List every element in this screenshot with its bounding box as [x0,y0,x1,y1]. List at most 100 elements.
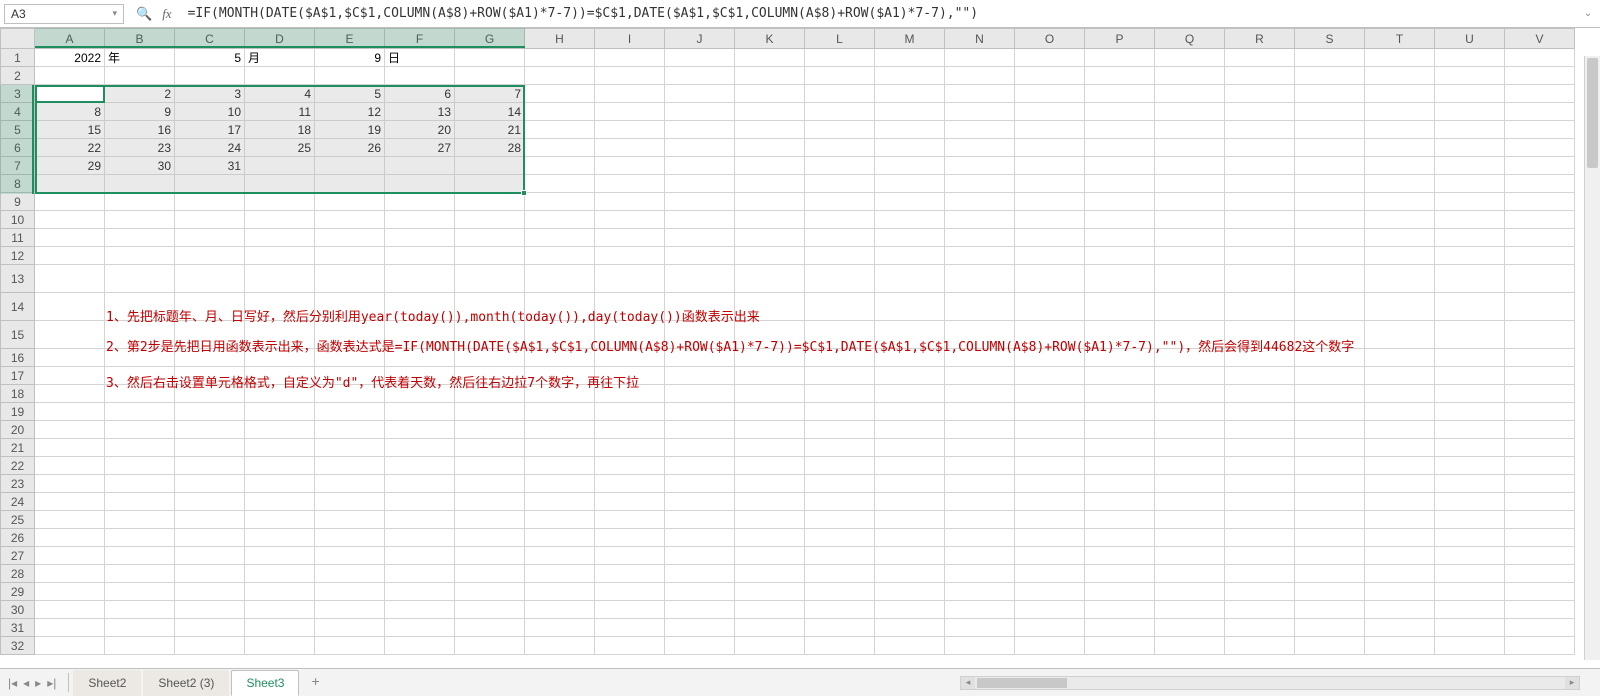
cell-R28[interactable] [1225,565,1295,583]
cell-V19[interactable] [1505,403,1575,421]
cell-M13[interactable] [875,265,945,293]
cell-K32[interactable] [735,637,805,655]
cell-G11[interactable] [455,229,525,247]
cell-D10[interactable] [245,211,315,229]
cell-B7[interactable]: 30 [105,157,175,175]
cell-E4[interactable]: 12 [315,103,385,121]
cell-U26[interactable] [1435,529,1505,547]
col-head-K[interactable]: K [735,29,805,49]
cell-Q25[interactable] [1155,511,1225,529]
col-head-G[interactable]: G [455,29,525,49]
cell-H3[interactable] [525,85,595,103]
cell-R22[interactable] [1225,457,1295,475]
cell-G10[interactable] [455,211,525,229]
col-head-J[interactable]: J [665,29,735,49]
cell-T15[interactable] [1365,321,1435,349]
cell-F25[interactable] [385,511,455,529]
cell-K31[interactable] [735,619,805,637]
cell-I22[interactable] [595,457,665,475]
cell-J22[interactable] [665,457,735,475]
col-head-U[interactable]: U [1435,29,1505,49]
formula-expand-icon[interactable]: ⌄ [1580,8,1596,19]
cell-V17[interactable] [1505,367,1575,385]
col-head-V[interactable]: V [1505,29,1575,49]
cell-A2[interactable] [35,67,105,85]
cell-C31[interactable] [175,619,245,637]
cell-V18[interactable] [1505,385,1575,403]
cell-B22[interactable] [105,457,175,475]
row-head-7[interactable]: 7 [1,157,35,175]
cell-J1[interactable] [665,49,735,67]
cell-S21[interactable] [1295,439,1365,457]
cell-I25[interactable] [595,511,665,529]
cell-M14[interactable] [875,293,945,321]
cell-V14[interactable] [1505,293,1575,321]
cell-I28[interactable] [595,565,665,583]
cell-L4[interactable] [805,103,875,121]
cell-T11[interactable] [1365,229,1435,247]
cell-B12[interactable] [105,247,175,265]
cell-U8[interactable] [1435,175,1505,193]
cell-J24[interactable] [665,493,735,511]
cell-P23[interactable] [1085,475,1155,493]
col-head-B[interactable]: B [105,29,175,49]
cell-F6[interactable]: 27 [385,139,455,157]
cell-G9[interactable] [455,193,525,211]
cell-D31[interactable] [245,619,315,637]
cell-P6[interactable] [1085,139,1155,157]
cell-H21[interactable] [525,439,595,457]
cell-O14[interactable] [1015,293,1085,321]
cell-I4[interactable] [595,103,665,121]
cell-M7[interactable] [875,157,945,175]
cell-O10[interactable] [1015,211,1085,229]
cell-C8[interactable] [175,175,245,193]
cell-R2[interactable] [1225,67,1295,85]
cell-B3[interactable]: 2 [105,85,175,103]
cell-N14[interactable] [945,293,1015,321]
cell-N9[interactable] [945,193,1015,211]
cell-F30[interactable] [385,601,455,619]
cell-M27[interactable] [875,547,945,565]
cell-J9[interactable] [665,193,735,211]
cell-F31[interactable] [385,619,455,637]
cell-G20[interactable] [455,421,525,439]
cell-P24[interactable] [1085,493,1155,511]
cell-N22[interactable] [945,457,1015,475]
cell-U23[interactable] [1435,475,1505,493]
cell-P8[interactable] [1085,175,1155,193]
cell-O5[interactable] [1015,121,1085,139]
cell-E2[interactable] [315,67,385,85]
cell-O24[interactable] [1015,493,1085,511]
cell-V16[interactable] [1505,349,1575,367]
col-head-I[interactable]: I [595,29,665,49]
cell-J30[interactable] [665,601,735,619]
vertical-scrollbar[interactable] [1584,56,1600,660]
cell-L23[interactable] [805,475,875,493]
cell-A16[interactable] [35,349,105,367]
cell-U16[interactable] [1435,349,1505,367]
cell-J31[interactable] [665,619,735,637]
cell-D30[interactable] [245,601,315,619]
cell-S7[interactable] [1295,157,1365,175]
cell-V6[interactable] [1505,139,1575,157]
horizontal-scrollbar[interactable]: ◂ ▸ [960,676,1580,690]
cell-T20[interactable] [1365,421,1435,439]
cell-T12[interactable] [1365,247,1435,265]
cell-P19[interactable] [1085,403,1155,421]
cell-R10[interactable] [1225,211,1295,229]
cell-K21[interactable] [735,439,805,457]
cell-A30[interactable] [35,601,105,619]
cell-O27[interactable] [1015,547,1085,565]
col-head-M[interactable]: M [875,29,945,49]
cell-N1[interactable] [945,49,1015,67]
cell-P25[interactable] [1085,511,1155,529]
cell-D7[interactable] [245,157,315,175]
cell-M9[interactable] [875,193,945,211]
cell-D9[interactable] [245,193,315,211]
cell-A32[interactable] [35,637,105,655]
cell-I24[interactable] [595,493,665,511]
cell-J4[interactable] [665,103,735,121]
cell-F5[interactable]: 20 [385,121,455,139]
cell-N25[interactable] [945,511,1015,529]
cell-V8[interactable] [1505,175,1575,193]
